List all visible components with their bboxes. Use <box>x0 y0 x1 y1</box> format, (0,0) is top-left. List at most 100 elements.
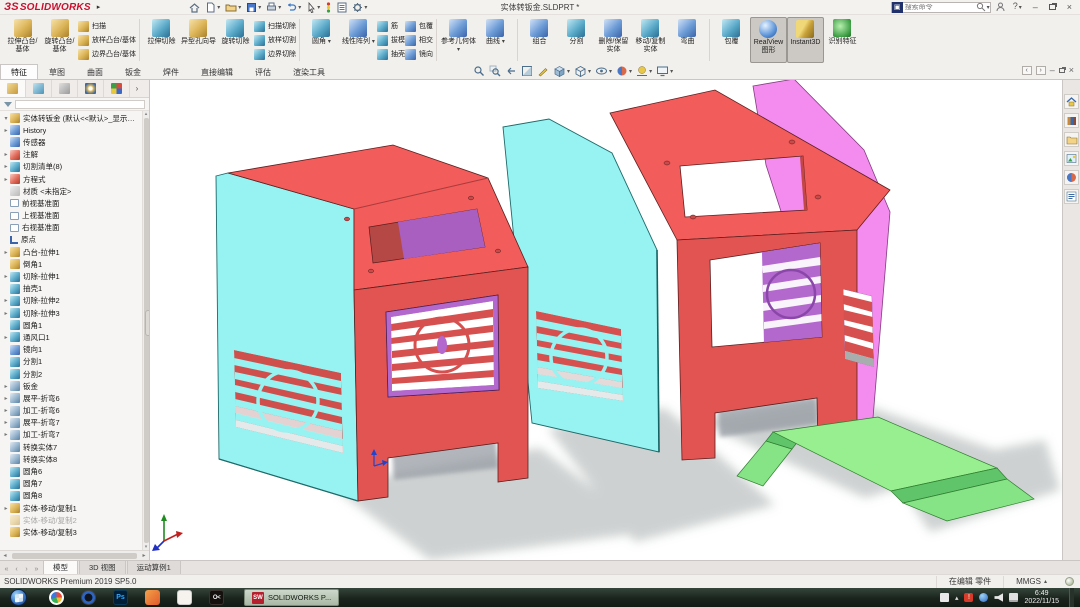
boundary-boss-item[interactable]: 边界凸台/基体 <box>78 48 136 60</box>
rib-item[interactable]: 筋 <box>377 20 405 32</box>
tree-item[interactable]: ▸凸台-拉伸1 <box>0 246 142 258</box>
hide-show-items-icon[interactable]: ▾ <box>594 65 613 77</box>
tab-weldments[interactable]: 焊件 <box>152 64 190 79</box>
model-tab[interactable]: 模型 <box>43 560 78 574</box>
view-orientation-icon[interactable]: ▾ <box>552 65 571 77</box>
tree-item[interactable]: ▸切除-拉伸2 <box>0 295 142 307</box>
units-selector[interactable]: MMGS▴ <box>1003 576 1059 588</box>
boundary-cut-item[interactable]: 边界切除 <box>254 48 296 60</box>
media-app-icon[interactable] <box>81 590 96 605</box>
linear-pattern-button[interactable]: 线性阵列 ▾ <box>340 17 377 63</box>
draft-item[interactable]: 拔模 <box>377 34 405 46</box>
alert-tray-icon[interactable]: ! <box>964 593 973 602</box>
view-settings-icon[interactable]: ▾ <box>655 65 674 77</box>
new-document-button[interactable]: ▾ <box>204 1 221 14</box>
file-explorer-icon[interactable] <box>1064 132 1079 147</box>
graphics-area[interactable] <box>150 80 1062 560</box>
3d-views-tab[interactable]: 3D 视图 <box>79 560 126 574</box>
swept-boss-item[interactable]: 扫描 <box>78 20 136 32</box>
keyboard-tray-icon[interactable] <box>940 593 949 602</box>
tree-item[interactable]: 圆角7 <box>0 478 142 490</box>
tree-item[interactable]: ▸展平-折弯6 <box>0 392 142 404</box>
mirror-item[interactable]: 镜向 <box>405 48 433 60</box>
tree-item[interactable]: ▸实体-移动/复制1 <box>0 502 142 514</box>
tree-item[interactable]: 实体-移动/复制3 <box>0 526 142 538</box>
tree-item[interactable]: ▸切除-拉伸1 <box>0 270 142 282</box>
tree-item[interactable]: ▸方程式 <box>0 173 142 185</box>
tab-sheet-metal[interactable]: 钣金 <box>114 64 152 79</box>
performance-icon[interactable] <box>324 1 333 14</box>
delete-keep-body-button[interactable]: 删除/保留实体 <box>595 17 632 63</box>
motion-study-tab[interactable]: 运动算例1 <box>127 560 181 574</box>
intersect-item[interactable]: 相交 <box>405 34 433 46</box>
tree-item[interactable]: ▸加工-折弯6 <box>0 405 142 417</box>
tree-item[interactable]: 转换实体8 <box>0 453 142 465</box>
tree-filter-input[interactable] <box>15 100 145 109</box>
configuration-manager-tab[interactable] <box>52 80 78 97</box>
section-view-icon[interactable] <box>520 65 534 77</box>
zoom-to-area-icon[interactable] <box>488 65 502 77</box>
dimxpert-manager-tab[interactable] <box>78 80 104 97</box>
lofted-boss-item[interactable]: 放样凸台/基体 <box>78 34 136 46</box>
revolved-cut-button[interactable]: 旋转切除 <box>217 17 254 63</box>
property-manager-tab[interactable] <box>26 80 52 97</box>
appearances-scenes-icon[interactable] <box>1064 170 1079 185</box>
doc-close-icon[interactable]: × <box>1069 66 1074 75</box>
doc-next-icon[interactable]: › <box>1036 66 1046 75</box>
solidworks-resources-icon[interactable] <box>1064 94 1079 109</box>
doc-tab-nav[interactable]: «‹›» <box>0 566 43 574</box>
options-gear-button[interactable]: ▾ <box>351 1 368 14</box>
fillet-button[interactable]: 圆角 ▾ <box>303 17 340 63</box>
tree-item[interactable]: ▸切割清单(8) <box>0 161 142 173</box>
update-tray-icon[interactable] <box>979 593 988 602</box>
search-caret-icon[interactable]: ▾ <box>987 4 990 11</box>
tree-item[interactable]: ▸History <box>0 124 142 136</box>
tree-item[interactable]: ▸钣金 <box>0 380 142 392</box>
taskbar-clock[interactable]: 6:492022/11/15 <box>1024 590 1059 606</box>
apply-scene-icon[interactable]: ▾ <box>635 65 653 77</box>
tree-root-item[interactable]: ▾实体转钣金 (默认<<默认>_显示状态 <box>0 112 142 124</box>
realview-toggle[interactable]: RealView图形 <box>750 17 787 63</box>
shell-item[interactable]: 抽壳 <box>377 48 405 60</box>
capture-app-icon[interactable] <box>177 590 192 605</box>
tree-item[interactable]: 右视基准面 <box>0 222 142 234</box>
tab-sketch[interactable]: 草图 <box>38 64 76 79</box>
tree-item[interactable]: 转换实体7 <box>0 441 142 453</box>
doc-restore-icon[interactable] <box>1059 68 1065 73</box>
tree-item[interactable]: 材质 <未指定> <box>0 185 142 197</box>
extruded-cut-button[interactable]: 拉伸切除 <box>143 17 180 63</box>
dark-app-icon[interactable]: O< <box>209 590 224 605</box>
minimize-button[interactable]: – <box>1030 3 1041 12</box>
search-input[interactable] <box>903 4 976 11</box>
curves-button[interactable]: 曲线 ▾ <box>477 17 514 63</box>
tree-item[interactable]: ▸展平-折弯7 <box>0 417 142 429</box>
command-search[interactable]: ▣ ▾ <box>891 2 991 13</box>
save-button[interactable]: ▾ <box>245 1 262 14</box>
3d-viewport-scene[interactable] <box>150 80 1062 560</box>
open-button[interactable]: ▾ <box>224 1 242 14</box>
wrap-item[interactable]: 包覆 <box>405 20 433 32</box>
tree-item[interactable]: ▸切除-拉伸3 <box>0 307 142 319</box>
tree-item[interactable]: ▸通风口1 <box>0 331 142 343</box>
orange-app-icon[interactable] <box>145 590 160 605</box>
tree-item[interactable]: 分割2 <box>0 368 142 380</box>
help-button[interactable]: ?▾ <box>1010 2 1025 13</box>
instant3d-toggle[interactable]: Instant3D <box>787 17 824 63</box>
tree-item[interactable]: 抽壳1 <box>0 283 142 295</box>
tree-item[interactable]: 圆角8 <box>0 490 142 502</box>
solidworks-taskbar-button[interactable]: SW SOLIDWORKS P... <box>244 589 339 606</box>
extruded-boss-button[interactable]: 拉伸凸台/基体 <box>4 17 41 63</box>
tab-render-tools[interactable]: 渲染工具 <box>282 64 336 79</box>
annotation-view-icon[interactable] <box>536 65 550 77</box>
recognize-features-button[interactable]: 识别特征 <box>824 17 861 63</box>
move-copy-body-button[interactable]: 移动/复制实体 <box>632 17 669 63</box>
logo-flyout-icon[interactable]: ▸ <box>97 3 101 11</box>
split-button[interactable]: 分割 <box>558 17 595 63</box>
panel-tabs-overflow-icon[interactable]: › <box>130 80 144 97</box>
doc-minimize-icon[interactable]: – <box>1050 66 1055 75</box>
reference-geometry-button[interactable]: 参考几何体 ▾ <box>440 17 477 63</box>
feature-tree-tab[interactable] <box>0 80 26 97</box>
revolved-boss-button[interactable]: 旋转凸台/基体 <box>41 17 78 63</box>
design-library-icon[interactable] <box>1064 113 1079 128</box>
lofted-cut-item[interactable]: 放样切割 <box>254 34 296 46</box>
